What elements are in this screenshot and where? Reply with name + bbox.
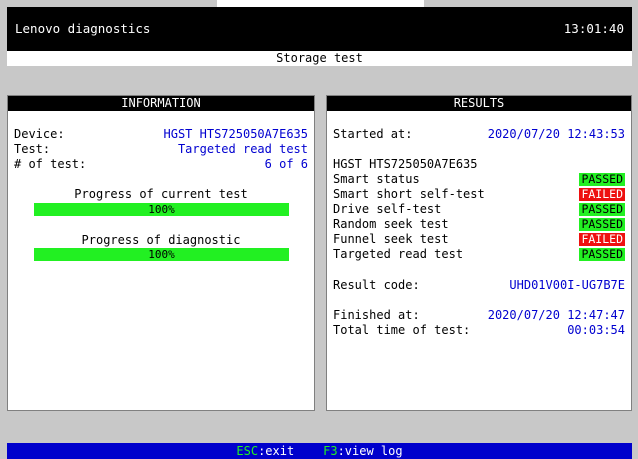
test-value: Targeted read test — [177, 142, 308, 156]
f3-shortcut[interactable]: F3:view log — [323, 444, 402, 458]
test-count-value: 6 of 6 — [264, 157, 308, 171]
results-heading: RESULTS — [327, 96, 631, 111]
test-result-row: Targeted read test PASSED — [327, 247, 631, 262]
test-result-status: PASSED — [579, 172, 625, 186]
finished-value: 2020/07/20 12:47:47 — [487, 308, 625, 322]
test-result-name: Targeted read test — [333, 247, 464, 261]
test-count-label: # of test: — [14, 157, 87, 171]
app-title: Lenovo diagnostics — [15, 21, 151, 36]
test-result-row: Random seek test PASSED — [327, 217, 631, 232]
test-result-row: Smart status PASSED — [327, 172, 631, 187]
test-result-status: PASSED — [579, 217, 625, 231]
test-result-name: Smart status — [333, 172, 420, 186]
esc-action: :exit — [258, 444, 295, 458]
test-row: Test: Targeted read test — [8, 142, 314, 157]
test-result-name: Funnel seek test — [333, 232, 449, 246]
test-count-row: # of test: 6 of 6 — [8, 157, 314, 172]
test-result-row: Smart short self-test FAILED — [327, 187, 631, 202]
total-time-row: Total time of test: 00:03:54 — [327, 323, 631, 338]
device-row: Device: HGST HTS725050A7E635 — [8, 127, 314, 142]
diagnostic-progress-label: Progress of diagnostic — [81, 233, 241, 247]
test-result-status: PASSED — [579, 247, 625, 261]
test-result-status: PASSED — [579, 202, 625, 216]
f3-key: F3 — [323, 444, 338, 458]
device-label: Device: — [14, 127, 65, 141]
test-result-status: FAILED — [579, 187, 625, 201]
total-time-value: 00:03:54 — [567, 323, 625, 337]
esc-shortcut[interactable]: ESC:exit — [236, 444, 294, 458]
result-code-value: UHD01V00I-UG7B7E — [509, 278, 625, 292]
results-device-name: HGST HTS725050A7E635 — [333, 157, 478, 171]
test-result-name: Random seek test — [333, 217, 449, 231]
current-progress-bar: 100% — [34, 203, 289, 216]
total-time-label: Total time of test: — [333, 323, 471, 337]
esc-key: ESC — [236, 444, 259, 458]
started-value: 2020/07/20 12:43:53 — [487, 127, 625, 141]
title-bar: Lenovo diagnostics 13:01:40 — [7, 7, 632, 51]
footer-bar: ESC:exit F3:view log — [7, 443, 632, 459]
diagnostic-progress-bar: 100% — [34, 248, 289, 261]
information-panel: INFORMATION Device: HGST HTS725050A7E635… — [7, 95, 315, 411]
started-label: Started at: — [333, 127, 413, 141]
clock: 13:01:40 — [563, 21, 624, 36]
finished-label: Finished at: — [333, 308, 420, 322]
section-title: Storage test — [7, 51, 632, 66]
result-code-row: Result code: UHD01V00I-UG7B7E — [327, 278, 631, 293]
test-result-name: Smart short self-test — [333, 187, 485, 201]
current-progress-label: Progress of current test — [74, 187, 248, 201]
results-panel: RESULTS Started at: 2020/07/20 12:43:53 … — [326, 95, 632, 411]
information-heading: INFORMATION — [8, 96, 314, 111]
test-result-row: Drive self-test PASSED — [327, 202, 631, 217]
test-result-status: FAILED — [579, 232, 625, 246]
f3-action: :view log — [337, 444, 403, 458]
test-label: Test: — [14, 142, 51, 156]
finished-row: Finished at: 2020/07/20 12:47:47 — [327, 308, 631, 323]
top-notch — [217, 0, 424, 7]
started-row: Started at: 2020/07/20 12:43:53 — [327, 127, 631, 142]
result-code-label: Result code: — [333, 278, 420, 292]
results-device-row: HGST HTS725050A7E635 — [327, 157, 631, 172]
test-result-name: Drive self-test — [333, 202, 442, 216]
test-result-row: Funnel seek test FAILED — [327, 232, 631, 247]
device-value: HGST HTS725050A7E635 — [163, 127, 309, 141]
